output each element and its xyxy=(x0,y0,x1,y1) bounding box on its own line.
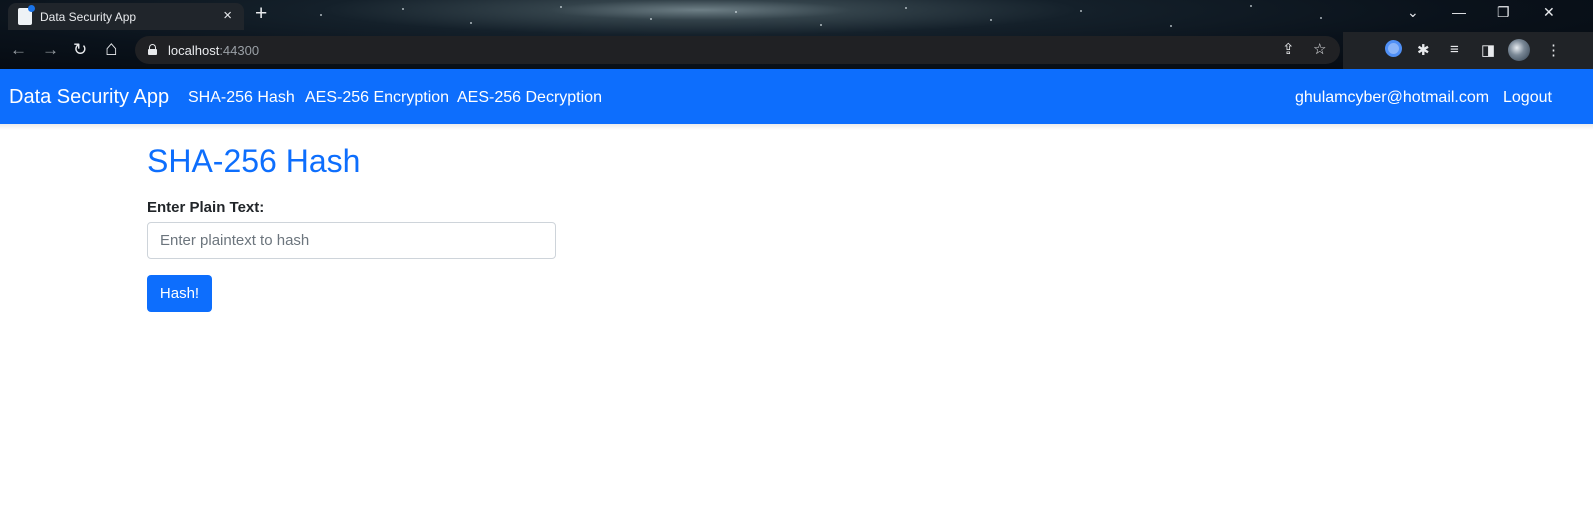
url-text[interactable]: localhost:44300 xyxy=(168,43,259,58)
extensions-toolbar: ✱ ≡ ◨ ⋮ xyxy=(1343,32,1593,69)
address-row: ← → ↻ ⌂ localhost:44300 ⇪ ☆ xyxy=(0,32,1343,69)
restore-icon[interactable]: ❐ xyxy=(1497,4,1510,21)
page-title: SHA-256 Hash xyxy=(147,143,361,179)
profile-avatar[interactable] xyxy=(1508,39,1530,61)
media-controls-icon[interactable]: ≡ xyxy=(1450,41,1459,58)
close-window-icon[interactable]: ✕ xyxy=(1543,4,1555,21)
side-panel-icon[interactable]: ◨ xyxy=(1481,41,1495,59)
plaintext-input[interactable] xyxy=(147,222,556,259)
back-icon[interactable]: ← xyxy=(10,40,27,60)
share-icon[interactable]: ⇪ xyxy=(1282,40,1295,58)
app-navbar: Data Security App SHA-256 Hash AES-256 E… xyxy=(0,69,1593,124)
browser-tab[interactable]: Data Security App × xyxy=(8,3,244,30)
navbar-brand[interactable]: Data Security App xyxy=(9,86,169,109)
url-port: :44300 xyxy=(219,43,260,58)
home-icon[interactable]: ⌂ xyxy=(105,37,118,61)
tab-close-icon[interactable]: × xyxy=(223,7,232,24)
extensions-puzzle-icon[interactable]: ✱ xyxy=(1417,41,1430,59)
browser-chrome: Data Security App × + ⌄ — ❐ ✕ ← → ↻ ⌂ lo… xyxy=(0,0,1593,69)
navbar-shadow xyxy=(0,124,1593,130)
url-host: localhost xyxy=(168,43,220,58)
plain-text-label: Enter Plain Text: xyxy=(147,199,265,216)
bookmark-star-icon[interactable]: ☆ xyxy=(1313,40,1326,58)
tab-search-icon[interactable]: ⌄ xyxy=(1407,4,1419,21)
minimize-icon[interactable]: — xyxy=(1452,4,1466,20)
user-email-link[interactable]: ghulamcyber@hotmail.com xyxy=(1295,89,1489,107)
reload-icon[interactable]: ↻ xyxy=(73,40,87,60)
page-favicon-icon xyxy=(18,5,35,25)
hash-button[interactable]: Hash! xyxy=(147,275,212,312)
nav-link-aes256-encryption[interactable]: AES-256 Encryption xyxy=(305,89,449,107)
nav-link-aes256-decryption[interactable]: AES-256 Decryption xyxy=(457,89,602,107)
browser-menu-icon[interactable]: ⋮ xyxy=(1546,41,1561,59)
nav-link-sha256-hash[interactable]: SHA-256 Hash xyxy=(188,89,295,107)
forward-icon[interactable]: → xyxy=(42,40,59,60)
logout-link[interactable]: Logout xyxy=(1503,89,1552,107)
google-lens-extension-icon[interactable] xyxy=(1385,40,1402,57)
new-tab-button[interactable]: + xyxy=(255,2,267,26)
lock-icon[interactable] xyxy=(148,44,157,55)
tab-title: Data Security App xyxy=(40,10,137,24)
address-bar[interactable]: localhost:44300 ⇪ ☆ xyxy=(135,36,1340,64)
